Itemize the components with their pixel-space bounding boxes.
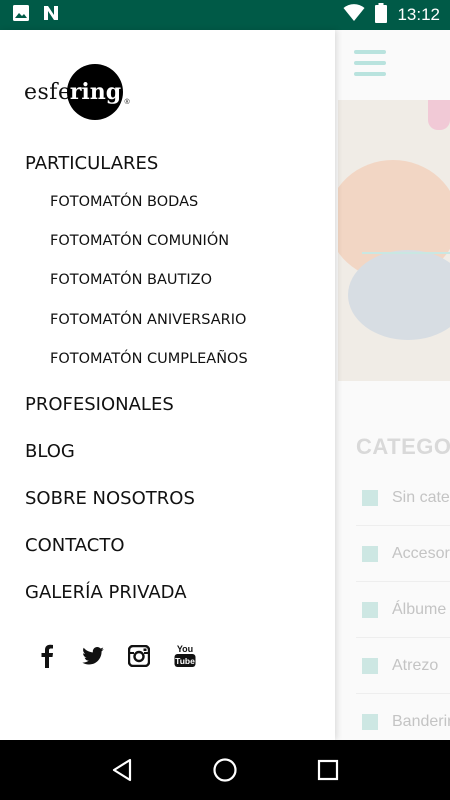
- navigation-drawer: esfe ring ® PARTICULARES FOTOMATÓN BODAS…: [0, 30, 335, 740]
- hamburger-menu-icon[interactable]: [354, 50, 386, 76]
- logo-text-part2: ring: [69, 79, 122, 105]
- image-icon: [12, 4, 30, 27]
- logo-text-part1: esfe: [24, 79, 72, 105]
- home-icon[interactable]: [205, 750, 245, 790]
- hero-image: [338, 100, 450, 381]
- submenu-item-bautizo[interactable]: FOTOMATÓN BAUTIZO: [0, 261, 335, 300]
- clock: 13:12: [397, 5, 440, 24]
- svg-text:Tube: Tube: [175, 656, 195, 666]
- checkbox-icon: [362, 713, 378, 730]
- logo[interactable]: esfe ring ®: [24, 64, 130, 120]
- social-links: You Tube: [36, 644, 196, 668]
- status-bar: 13:12: [0, 0, 450, 30]
- menu-item-contacto[interactable]: CONTACTO: [0, 522, 335, 569]
- wifi-icon: [343, 3, 365, 27]
- submenu-particulares: FOTOMATÓN BODAS FOTOMATÓN COMUNIÓN FOTOM…: [0, 183, 335, 379]
- instagram-icon[interactable]: [128, 644, 150, 668]
- categories-title: CATEGOR: [356, 434, 450, 459]
- n-icon: [42, 4, 60, 27]
- battery-icon: [375, 2, 388, 28]
- menu-item-galeria-privada[interactable]: GALERÍA PRIVADA: [0, 569, 335, 616]
- category-item[interactable]: Accesor: [356, 526, 450, 582]
- category-item[interactable]: Atrezo: [356, 638, 450, 694]
- submenu-item-bodas[interactable]: FOTOMATÓN BODAS: [0, 183, 335, 222]
- drawer-menu: PARTICULARES FOTOMATÓN BODAS FOTOMATÓN C…: [0, 146, 335, 616]
- logo-circle: ring: [67, 64, 124, 120]
- facebook-icon[interactable]: [36, 644, 58, 668]
- submenu-item-comunion[interactable]: FOTOMATÓN COMUNIÓN: [0, 222, 335, 261]
- menu-item-blog[interactable]: BLOG: [0, 428, 335, 475]
- checkbox-icon: [362, 601, 378, 618]
- youtube-icon[interactable]: You Tube: [174, 644, 196, 668]
- system-nav-bar: [0, 740, 450, 800]
- checkbox-icon: [362, 545, 378, 562]
- registered-mark: ®: [124, 99, 130, 106]
- category-item[interactable]: Álbume: [356, 582, 450, 638]
- menu-item-sobre-nosotros[interactable]: SOBRE NOSOTROS: [0, 475, 335, 522]
- menu-item-profesionales[interactable]: PROFESIONALES: [0, 381, 335, 428]
- category-item[interactable]: Banderir: [356, 694, 450, 740]
- svg-text:You: You: [177, 644, 193, 654]
- category-item[interactable]: Sin cate: [356, 470, 450, 526]
- checkbox-icon: [362, 657, 378, 674]
- checkbox-icon: [362, 489, 378, 506]
- submenu-item-aniversario[interactable]: FOTOMATÓN ANIVERSARIO: [0, 301, 335, 340]
- categories-list: Sin cate Accesor Álbume Atrezo Banderir: [356, 470, 450, 740]
- recents-icon[interactable]: [308, 750, 348, 790]
- twitter-icon[interactable]: [82, 644, 104, 668]
- submenu-item-cumpleanos[interactable]: FOTOMATÓN CUMPLEAÑOS: [0, 340, 335, 379]
- back-icon[interactable]: [102, 750, 142, 790]
